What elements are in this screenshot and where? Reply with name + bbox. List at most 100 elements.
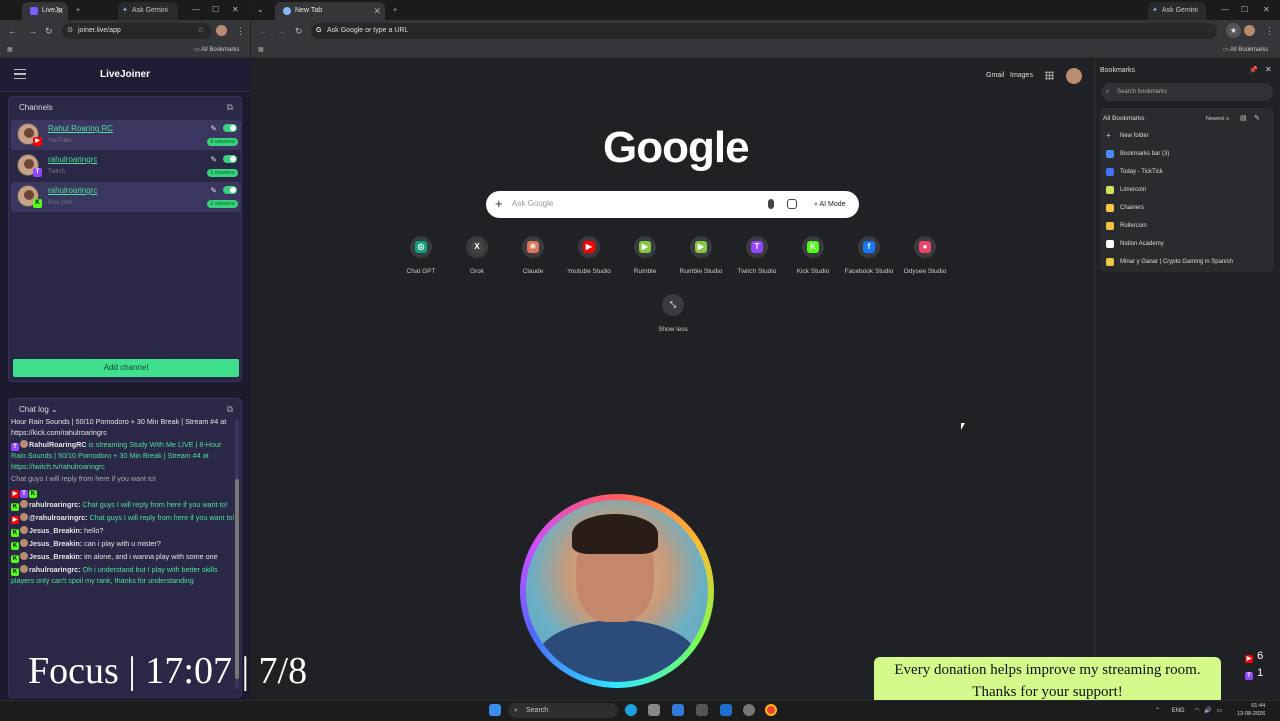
- clock[interactable]: 01:44 13-08-2026: [1237, 702, 1265, 718]
- wifi-icon[interactable]: ◠: [1194, 708, 1199, 714]
- omnibox[interactable]: G Ask Google or type a URL: [311, 23, 1217, 39]
- back-icon[interactable]: ←: [8, 20, 17, 42]
- external-link-icon[interactable]: ⧉: [227, 404, 233, 415]
- shortcut-tile[interactable]: ▶ Youtube Studio: [561, 236, 617, 275]
- channel-toggle[interactable]: [223, 186, 237, 194]
- forward-icon[interactable]: →: [28, 20, 37, 42]
- apps-grid-icon[interactable]: ▦: [7, 42, 13, 58]
- channel-name[interactable]: rahulroaringrc: [48, 155, 97, 164]
- external-link-icon[interactable]: ⧉: [227, 102, 233, 113]
- windows-start-icon[interactable]: [489, 704, 501, 716]
- view-toggle-icon[interactable]: ▤: [1240, 114, 1247, 122]
- plus-icon[interactable]: +: [495, 196, 503, 212]
- channel-name[interactable]: Rahul Roaring RC: [48, 124, 113, 133]
- site-info-icon[interactable]: ⚙: [67, 23, 73, 39]
- snipping-tool-icon[interactable]: [696, 704, 708, 716]
- apps-grid-icon[interactable]: ▦: [258, 42, 264, 58]
- maximize-icon[interactable]: ☐: [1241, 0, 1248, 20]
- avatar[interactable]: [1066, 68, 1082, 84]
- edit-icon[interactable]: ✎: [1254, 114, 1260, 122]
- shield-icon[interactable]: [648, 704, 660, 716]
- bookmark-item[interactable]: Minar y Ganar | Crypto Gaming in Spanish: [1106, 258, 1233, 266]
- close-icon[interactable]: ✕: [56, 2, 64, 20]
- channel-toggle[interactable]: [223, 124, 237, 132]
- battery-icon[interactable]: ▭: [1216, 708, 1222, 714]
- shortcut-tile[interactable]: ● Odysee Studio: [897, 236, 953, 275]
- tab-search-icon[interactable]: ⌄: [257, 0, 264, 20]
- close-window-icon[interactable]: ✕: [1263, 0, 1270, 20]
- chevron-down-icon[interactable]: ⌄: [51, 405, 58, 414]
- channel-toggle[interactable]: [223, 155, 237, 163]
- menu-dots-icon[interactable]: ⋮: [236, 20, 245, 42]
- search-box[interactable]: + Ask Google ⌕ AI Mode: [486, 191, 859, 218]
- language-indicator[interactable]: ENG: [1172, 708, 1185, 714]
- bookmark-item[interactable]: Bookmarks bar (3): [1106, 150, 1169, 158]
- minimize-icon[interactable]: —: [1221, 0, 1229, 20]
- menu-dots-icon[interactable]: ⋮: [1265, 20, 1274, 42]
- google-apps-icon[interactable]: [1045, 71, 1054, 80]
- channel-name[interactable]: rahulroaringrc: [48, 186, 97, 195]
- bookmark-item[interactable]: Notion Academy: [1106, 240, 1164, 248]
- chat-log-title[interactable]: Chat log ⌄: [19, 405, 58, 414]
- channel-row[interactable]: ▶ Rahul Roaring RC YouTube ✎ 6 viewers: [11, 120, 241, 150]
- pin-icon[interactable]: 📌: [1249, 66, 1258, 74]
- new-tab-button[interactable]: +: [72, 2, 84, 20]
- gmail-link[interactable]: Gmail: [986, 72, 1004, 79]
- star-icon[interactable]: ☆: [198, 23, 204, 39]
- close-icon[interactable]: ✕: [1265, 65, 1272, 74]
- images-link[interactable]: Images: [1010, 72, 1033, 79]
- shortcut-tile[interactable]: X Grok: [449, 236, 505, 275]
- obs-icon[interactable]: [743, 704, 755, 716]
- search-input[interactable]: Ask Google: [512, 199, 553, 208]
- bookmark-item[interactable]: Chainers: [1106, 204, 1144, 212]
- bookmark-item[interactable]: Today - TickTick: [1106, 168, 1163, 176]
- shortcut-tile[interactable]: K Kick Studio: [785, 236, 841, 275]
- word-icon[interactable]: [720, 704, 732, 716]
- reload-icon[interactable]: ↻: [45, 20, 53, 42]
- tab-ask-gemini[interactable]: ✦ Ask Gemini: [118, 2, 178, 20]
- forward-icon[interactable]: →: [277, 20, 286, 42]
- shortcut-tile[interactable]: ◎ Chat GPT: [393, 236, 449, 275]
- show-less-button[interactable]: ⤡ Show less: [658, 294, 688, 333]
- bookmarks-search-input[interactable]: ⌕ Search bookmarks: [1101, 83, 1273, 101]
- shortcut-tile[interactable]: ✳ Claude: [505, 236, 561, 275]
- new-tab-button[interactable]: +: [389, 2, 401, 20]
- pencil-icon[interactable]: ✎: [210, 155, 217, 164]
- profile-avatar[interactable]: [216, 25, 227, 36]
- shortcut-tile[interactable]: ▶ Rumble: [617, 236, 673, 275]
- todo-check-icon[interactable]: [672, 704, 684, 716]
- shortcut-tile[interactable]: T Twitch Studio: [729, 236, 785, 275]
- sort-dropdown[interactable]: Newest ≡: [1206, 116, 1229, 122]
- tab-livejoiner[interactable]: LiveJo ✕: [22, 2, 68, 20]
- new-folder-button[interactable]: + New folder: [1106, 132, 1149, 140]
- minimize-icon[interactable]: —: [192, 0, 200, 20]
- microphone-icon[interactable]: [768, 199, 774, 209]
- tab-ask-gemini[interactable]: ✦ Ask Gemini: [1148, 2, 1206, 20]
- add-channel-button[interactable]: Add channel: [13, 359, 239, 377]
- all-bookmarks-link[interactable]: ▭ All Bookmarks: [1223, 42, 1268, 58]
- bookmark-item[interactable]: Rollercoin: [1106, 222, 1147, 230]
- close-icon[interactable]: ✕: [373, 2, 381, 20]
- pencil-icon[interactable]: ✎: [210, 124, 217, 133]
- reload-icon[interactable]: ↻: [295, 20, 303, 42]
- bookmark-star-icon[interactable]: ★: [1226, 23, 1241, 38]
- pencil-icon[interactable]: ✎: [210, 186, 217, 195]
- chrome-icon[interactable]: [765, 704, 777, 716]
- channel-row[interactable]: T rahulroaringrc Twitch ✎ 1 viewers: [11, 151, 241, 181]
- ai-mode-button[interactable]: ⌕ AI Mode: [808, 196, 852, 213]
- bookmark-item[interactable]: Limercoin: [1106, 186, 1146, 194]
- shortcut-tile[interactable]: f Facebook Studio: [841, 236, 897, 275]
- shortcut-tile[interactable]: ▶ Rumble Studio: [673, 236, 729, 275]
- taskbar-search[interactable]: ⌕ Search: [508, 703, 618, 718]
- address-bar[interactable]: ⚙ joiner.live/app ☆: [62, 23, 212, 39]
- all-bookmarks-link[interactable]: ▭ All Bookmarks: [194, 42, 239, 58]
- tab-new-tab[interactable]: New Tab ✕: [275, 2, 385, 20]
- speaker-icon[interactable]: 🔊: [1204, 708, 1211, 714]
- back-icon[interactable]: ←: [259, 20, 268, 42]
- channel-row[interactable]: K rahulroaringrc Kick.com ✎ 1 viewers: [11, 182, 241, 212]
- chevron-up-icon[interactable]: ⌃: [1155, 708, 1160, 714]
- maximize-icon[interactable]: ☐: [212, 0, 219, 20]
- profile-avatar[interactable]: [1244, 25, 1255, 36]
- camera-lens-icon[interactable]: [787, 199, 797, 209]
- close-window-icon[interactable]: ✕: [232, 0, 239, 20]
